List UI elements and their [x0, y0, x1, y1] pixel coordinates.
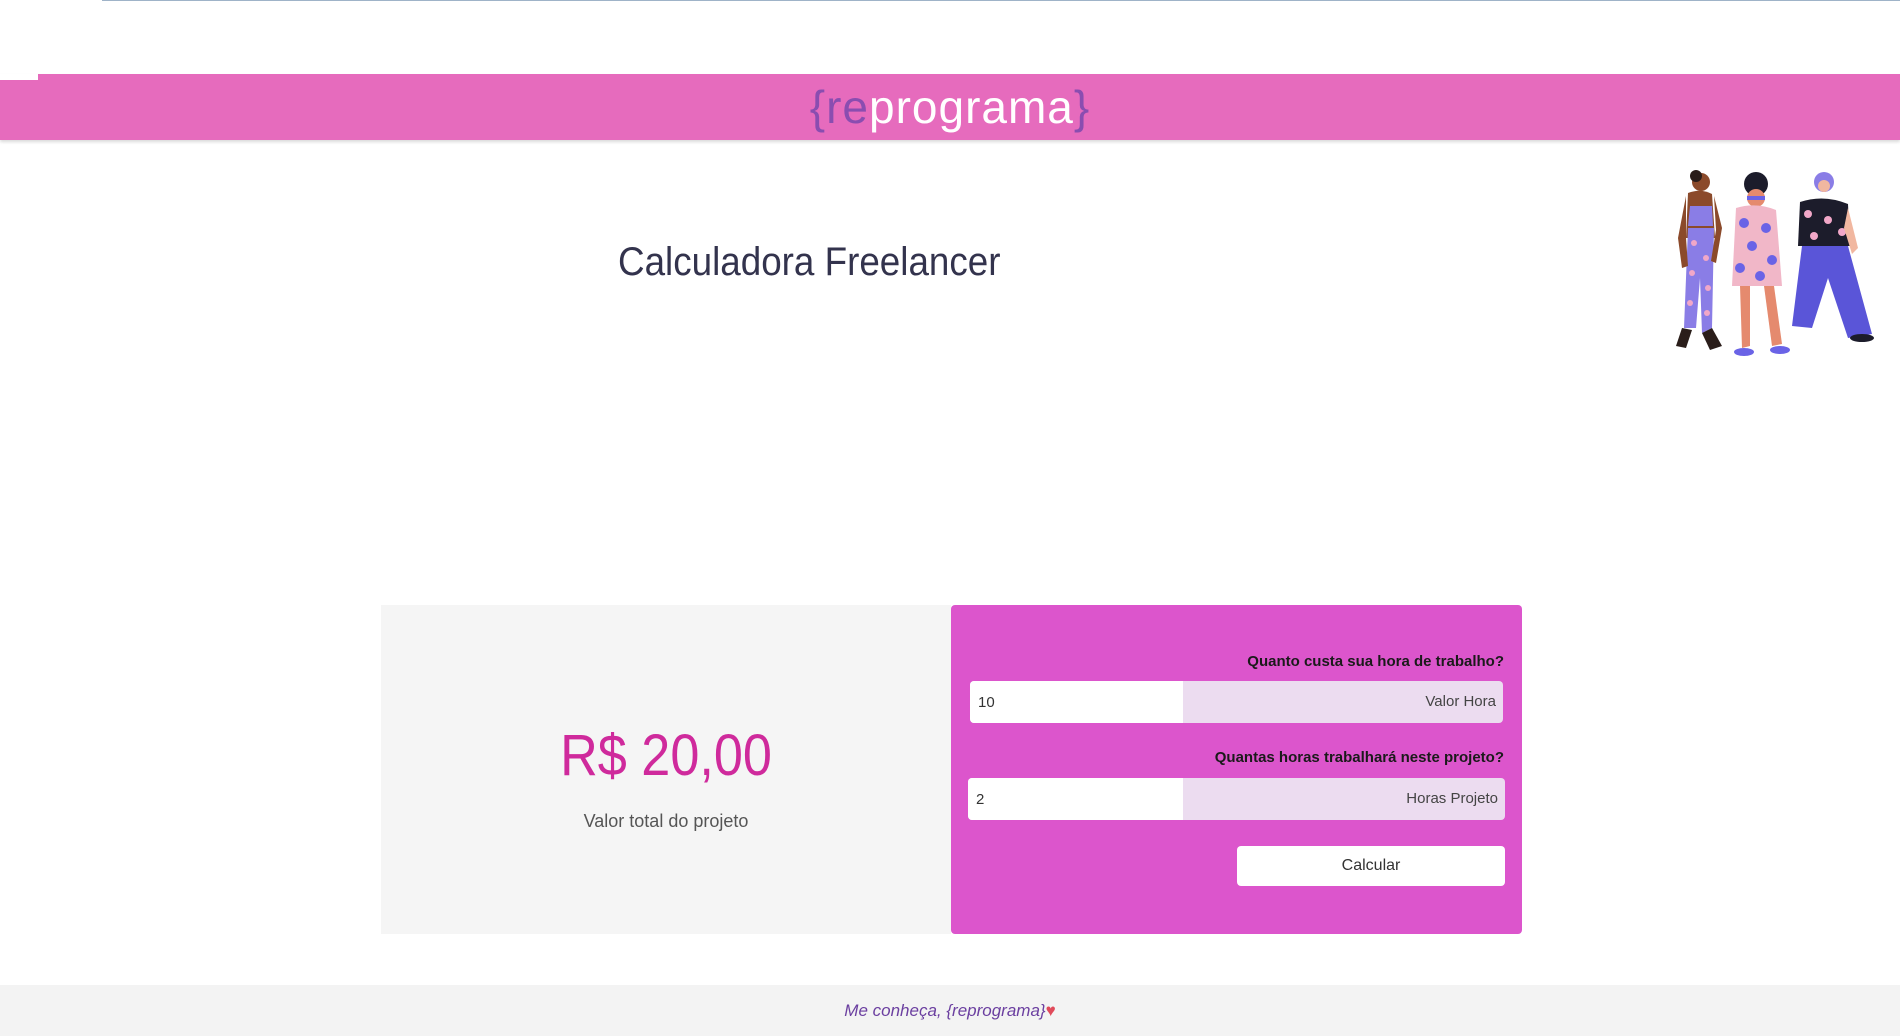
woman-right-figure: [1792, 172, 1874, 342]
footer-link[interactable]: Me conheça, {reprograma}: [844, 1001, 1045, 1020]
logo-open-brace: {: [809, 81, 827, 133]
hour-rate-question: Quanto custa sua hora de trabalho?: [1247, 653, 1504, 670]
woman-left-figure: [1676, 170, 1722, 350]
heart-icon: ♥: [1045, 1001, 1056, 1020]
hour-rate-suffix: Valor Hora: [1425, 693, 1496, 710]
brand-logo[interactable]: {reprograma}: [0, 74, 1900, 140]
page-title: Calculadora Freelancer: [618, 240, 1001, 284]
hour-rate-input[interactable]: [970, 681, 1183, 723]
total-amount: R$ 20,00: [560, 723, 772, 788]
project-hours-input[interactable]: [968, 778, 1183, 820]
project-hours-suffix: Horas Projeto: [1406, 790, 1498, 807]
calculate-button[interactable]: Calcular: [1237, 846, 1505, 886]
logo-programa: programa: [869, 81, 1074, 133]
footer: Me conheça, {reprograma}♥: [0, 985, 1900, 1036]
project-hours-question: Quantas horas trabalhará neste projeto?: [1214, 749, 1504, 766]
hour-rate-field: Valor Hora: [970, 681, 1503, 723]
logo-re: re: [826, 81, 870, 133]
calculator-form: Quanto custa sua hora de trabalho? Valor…: [951, 605, 1522, 934]
top-divider-line: [102, 0, 1900, 1]
logo-close-brace: }: [1073, 81, 1091, 133]
project-hours-field: Horas Projeto: [968, 778, 1505, 820]
result-panel: R$ 20,00 Valor total do projeto: [381, 605, 951, 934]
total-amount-label: Valor total do projeto: [583, 811, 749, 831]
women-illustration: [1676, 170, 1874, 356]
woman-middle-figure: [1732, 172, 1790, 356]
